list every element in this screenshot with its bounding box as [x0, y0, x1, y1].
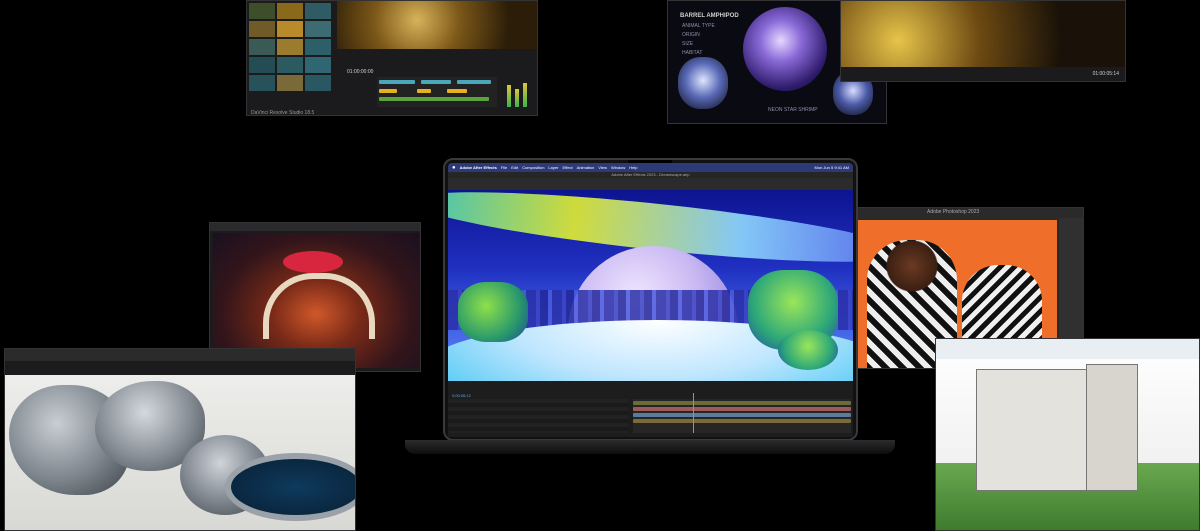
building-block	[976, 369, 1098, 491]
audio-clip[interactable]	[417, 89, 431, 93]
architecture-window[interactable]	[935, 338, 1200, 531]
clip-thumbnail[interactable]	[277, 57, 303, 73]
laptop-base	[405, 440, 895, 454]
menu-animation[interactable]: Animation	[577, 165, 595, 170]
modelling-window[interactable]	[4, 348, 356, 531]
ae-tracks[interactable]	[633, 393, 851, 433]
arch-viewport	[936, 359, 1199, 530]
specimen-sphere	[743, 7, 827, 91]
layer-list[interactable]	[448, 399, 628, 433]
audio-meters	[505, 79, 533, 107]
storefront-arch	[263, 273, 375, 339]
clip-thumbnail[interactable]	[249, 57, 275, 73]
layer-bar[interactable]	[633, 407, 851, 411]
ae-screen[interactable]: ● Adobe After Effects File Edit Composit…	[448, 163, 853, 437]
specimen-label: HABITAT	[682, 50, 703, 56]
photoshop-title: Adobe Photoshop 2023	[927, 209, 980, 215]
menu-clock: Mon Jun 5 9:41 AM	[814, 165, 849, 170]
clip-thumbnail[interactable]	[305, 21, 331, 37]
window-caption: DaVinci Resolve Studio 18.5	[251, 110, 315, 116]
menu-effect[interactable]: Effect	[562, 165, 572, 170]
arch-toolbar[interactable]	[936, 339, 1199, 359]
clip-thumbnail[interactable]	[305, 39, 331, 55]
menu-composition[interactable]: Composition	[522, 165, 544, 170]
specimen-creature	[678, 57, 728, 109]
apple-icon[interactable]: ●	[452, 165, 456, 171]
building-block	[1086, 364, 1138, 491]
menu-edit[interactable]: Edit	[511, 165, 518, 170]
menu-app[interactable]: Adobe After Effects	[460, 165, 497, 170]
clip-thumbnail[interactable]	[277, 75, 303, 91]
layer-bar[interactable]	[633, 413, 851, 417]
modelling-viewport	[5, 375, 355, 530]
tree-cluster	[778, 330, 838, 370]
specimen-heading: BARREL AMPHIPOD	[680, 13, 739, 19]
menu-view[interactable]: View	[598, 165, 607, 170]
clip-thumbnail[interactable]	[305, 57, 331, 73]
menu-layer[interactable]: Layer	[548, 165, 558, 170]
menu-window[interactable]: Window	[611, 165, 625, 170]
ae-timeline-panel[interactable]: 0;00;06;12	[448, 381, 853, 437]
resolve-window[interactable]: 01:00:00:00 DaVinci Resolve Studio 18.5	[246, 0, 538, 116]
render-title-bar	[210, 223, 420, 231]
clip-thumbnail[interactable]	[277, 3, 303, 19]
video-clip[interactable]	[457, 80, 491, 84]
clip-thumbnail[interactable]	[249, 21, 275, 37]
specimen-label: ORIGIN	[682, 32, 700, 38]
water-basin	[225, 453, 355, 521]
clip-thumbnail[interactable]	[249, 3, 275, 19]
clip-thumbnail[interactable]	[305, 3, 331, 19]
specimen-label: SIZE	[682, 41, 694, 47]
editor-window[interactable]: 01:00:05:14	[840, 0, 1126, 82]
specimen-label: ANIMAL TYPE	[682, 23, 715, 29]
neon-sign	[283, 251, 343, 273]
editor-timecode: 01:00:05:14	[1092, 71, 1119, 77]
layer-bar[interactable]	[633, 419, 851, 423]
video-clip[interactable]	[421, 80, 451, 84]
ae-toolbar[interactable]	[448, 178, 853, 190]
clip-thumbnail[interactable]	[249, 39, 275, 55]
clip-thumbnail[interactable]	[277, 39, 303, 55]
modelling-toolbar[interactable]	[5, 349, 355, 361]
mac-menu-bar: ● Adobe After Effects File Edit Composit…	[448, 163, 853, 172]
audio-clip[interactable]	[447, 89, 467, 93]
viewer	[337, 1, 537, 49]
editor-viewer	[841, 1, 1125, 67]
tree-cluster	[458, 282, 528, 342]
ae-timecode: 0;00;06;12	[452, 393, 471, 398]
clip-thumbnail[interactable]	[249, 75, 275, 91]
timecode-readout: 01:00:00:00	[347, 69, 374, 75]
menu-help[interactable]: Help	[629, 165, 637, 170]
timeline[interactable]	[377, 77, 497, 107]
clip-thumbnail[interactable]	[305, 75, 331, 91]
audio-clip[interactable]	[379, 97, 489, 101]
composition-viewer	[448, 190, 853, 381]
layer-bar[interactable]	[633, 401, 851, 405]
clip-thumbnail[interactable]	[277, 21, 303, 37]
media-pool	[249, 3, 333, 107]
specimen-caption: NEON STAR SHRIMP	[768, 107, 818, 113]
menu-file[interactable]: File	[501, 165, 507, 170]
current-time-indicator[interactable]	[693, 393, 694, 433]
video-clip[interactable]	[379, 80, 415, 84]
audio-clip[interactable]	[379, 89, 397, 93]
